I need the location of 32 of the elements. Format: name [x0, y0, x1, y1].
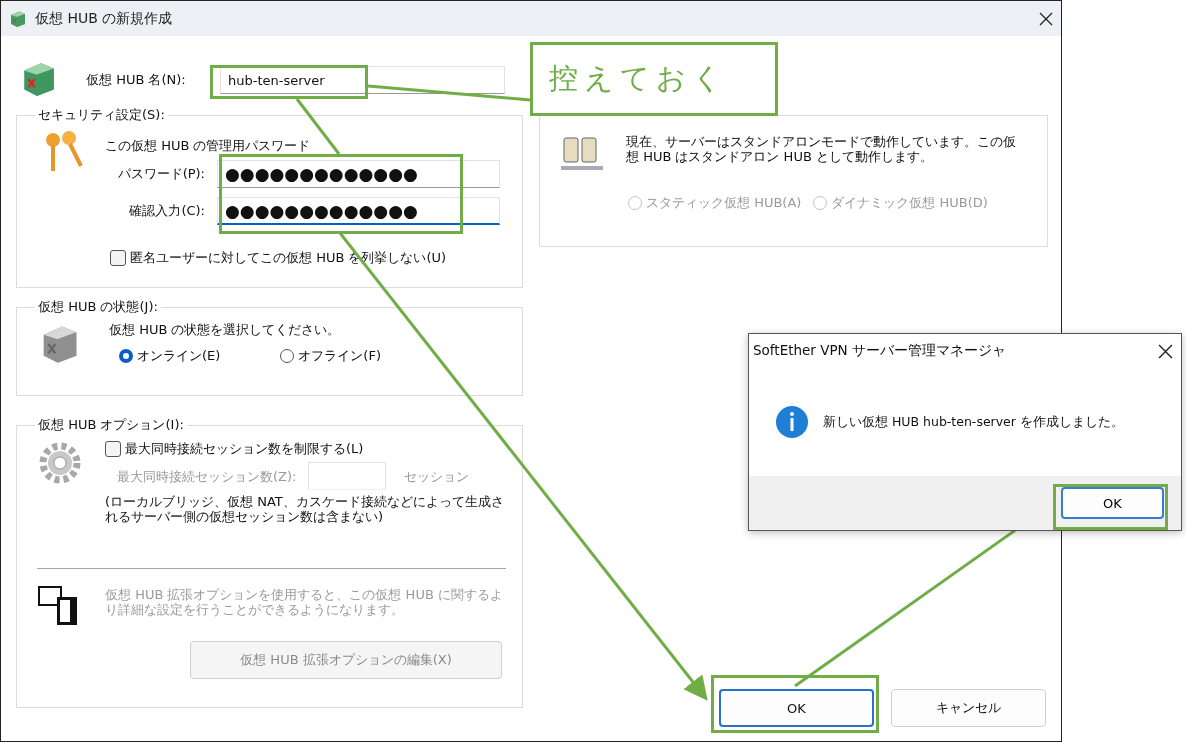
description-text: 仮想 HUB の状態を選択してください。: [109, 322, 342, 337]
field-label: 確認入力(C):: [128, 202, 205, 220]
field-label: 最大同時接続セッション数(Z):: [117, 468, 297, 484]
cancel-button[interactable]: キャンセル: [891, 689, 1046, 727]
description-text: この仮想 HUB の管理用パスワード: [105, 137, 311, 153]
radio-button[interactable]: オフライン(F): [280, 347, 381, 365]
hub-name-field[interactable]: hub-ten-server: [220, 66, 505, 94]
group-title: 仮想 HUB の状態(J):: [37, 298, 159, 316]
close-icon[interactable]: [1039, 11, 1053, 26]
group-title: 仮想 HUB オプション(I):: [37, 416, 185, 434]
password-field[interactable]: ●●●●●●●●●●●●●: [217, 197, 500, 225]
note-text: (ローカルブリッジ、仮想 NAT、カスケード接続などによって生成されるサーバー側の仮想セッション数は含まない): [105, 494, 505, 524]
ok-button[interactable]: OK: [719, 689, 874, 727]
field-label: 仮想 HUB 名(N):: [86, 71, 187, 89]
info-icon: [775, 405, 809, 439]
dialog-title: SoftEther VPN サーバー管理マネージャ: [753, 342, 1007, 360]
checkbox[interactable]: 最大同時接続セッション数を制限する(L): [105, 440, 505, 458]
field-label: パスワード(P):: [116, 165, 205, 183]
message-text: 新しい仮想 HUB hub-ten-server を作成しました。: [823, 413, 1124, 431]
ok-button[interactable]: OK: [1061, 487, 1164, 519]
gear-icon: [37, 440, 83, 486]
description-text: 仮想 HUB 拡張オプションを使用すると、この仮想 HUB に関するより詳細な設定を行うことができるようになります。: [105, 587, 504, 617]
close-icon[interactable]: [1158, 343, 1173, 359]
leader-line: [295, 98, 341, 155]
window-title: 仮想 HUB の新規作成: [35, 9, 174, 28]
radio-button[interactable]: オンライン(E): [119, 347, 221, 365]
group-title: セキュリティ設定(S):: [37, 106, 166, 124]
description-text: 現在、サーバーはスタンドアロンモードで動作しています。この仮想 HUB はスタンドアロン HUB として動作します。: [626, 134, 1017, 164]
app-icon: [9, 9, 27, 28]
callout-note: 控えておく: [530, 42, 778, 116]
password-field[interactable]: ●●●●●●●●●●●●●: [217, 160, 500, 188]
unit-label: セッション: [404, 468, 470, 484]
